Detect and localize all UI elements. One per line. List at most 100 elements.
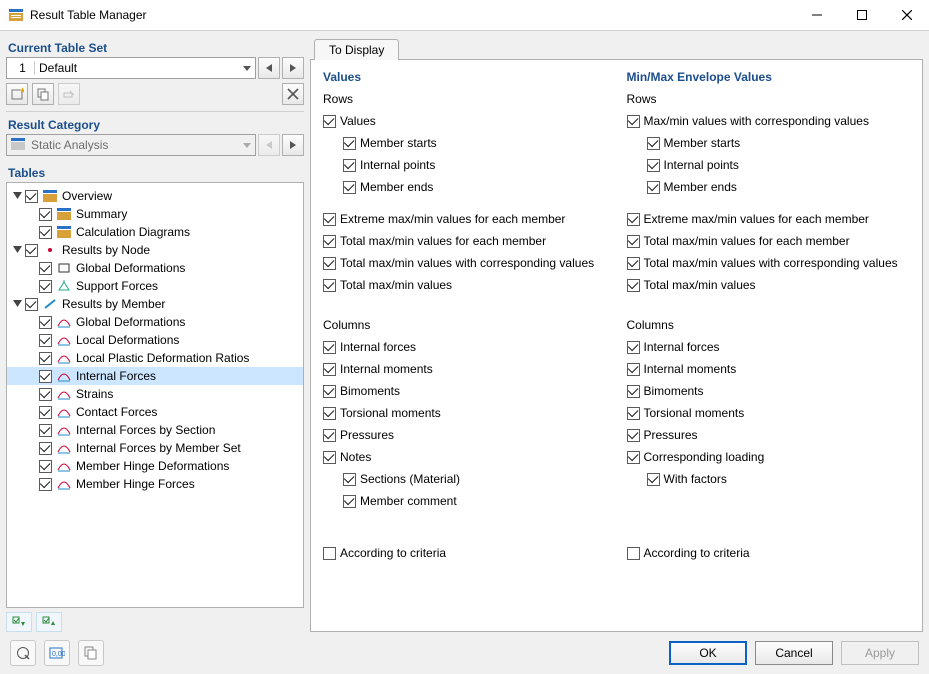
prev-set-button[interactable] [258,57,280,79]
check-pressures[interactable]: Pressures [627,424,911,446]
checkbox[interactable] [323,115,336,128]
expander-icon[interactable] [11,244,23,256]
checkbox[interactable] [39,388,52,401]
check-bimoments[interactable]: Bimoments [627,380,911,402]
checkbox[interactable] [39,262,52,275]
check-total-each[interactable]: Total max/min values for each member [323,230,607,252]
checkbox[interactable] [627,279,640,292]
check-torsional[interactable]: Torsional moments [323,402,607,424]
next-set-button[interactable] [282,57,304,79]
tables-tree[interactable]: Overview Summary Calculation Diagrams [6,182,304,608]
tree-node-summary[interactable]: Summary [7,205,303,223]
checkbox[interactable] [323,385,336,398]
checkbox[interactable] [39,460,52,473]
checkbox[interactable] [323,547,336,560]
new-set-button[interactable]: ★ [6,83,28,105]
check-total[interactable]: Total max/min values [323,274,607,296]
check-member-starts[interactable]: Member starts [323,132,607,154]
maximize-button[interactable] [839,0,884,30]
checkbox[interactable] [39,424,52,437]
check-pressures[interactable]: Pressures [323,424,607,446]
check-values[interactable]: Values [323,110,607,132]
table-set-combo[interactable]: 1 Default [6,57,256,79]
check-total[interactable]: Total max/min values [627,274,911,296]
checkbox[interactable] [323,363,336,376]
expander-icon[interactable] [11,190,23,202]
next-category-button[interactable] [282,134,304,156]
check-member-ends[interactable]: Member ends [627,176,911,198]
checkbox[interactable] [323,279,336,292]
checkbox[interactable] [647,159,660,172]
check-internal-moments[interactable]: Internal moments [627,358,911,380]
tree-node-m-local-def[interactable]: Local Deformations [7,331,303,349]
check-according-criteria[interactable]: According to criteria [627,542,911,564]
prev-category-button[interactable] [258,134,280,156]
checkbox[interactable] [323,429,336,442]
checkbox[interactable] [627,235,640,248]
checkbox[interactable] [39,334,52,347]
check-member-ends[interactable]: Member ends [323,176,607,198]
check-torsional[interactable]: Torsional moments [627,402,911,424]
checkbox[interactable] [647,137,660,150]
checkbox[interactable] [627,115,640,128]
checkbox[interactable] [343,181,356,194]
tree-node-m-global-def[interactable]: Global Deformations [7,313,303,331]
checkbox[interactable] [323,213,336,226]
checkbox[interactable] [647,181,660,194]
help-button[interactable] [10,640,36,666]
rename-set-button[interactable] [58,83,80,105]
checkbox[interactable] [627,451,640,464]
checkbox[interactable] [39,442,52,455]
check-internal-points[interactable]: Internal points [627,154,911,176]
expander-icon[interactable] [11,298,23,310]
tree-node-m-if-by-member-set[interactable]: Internal Forces by Member Set [7,439,303,457]
copy-set-button[interactable] [32,83,54,105]
checkbox[interactable] [39,406,52,419]
check-internal-forces[interactable]: Internal forces [627,336,911,358]
checkbox[interactable] [39,352,52,365]
copy-tables-button[interactable] [78,640,104,666]
deselect-all-button[interactable] [36,612,62,632]
checkbox[interactable] [343,473,356,486]
tree-node-m-hinge-forces[interactable]: Member Hinge Forces [7,475,303,493]
tree-node-support-forces[interactable]: Support Forces [7,277,303,295]
tree-node-results-by-node[interactable]: Results by Node [7,241,303,259]
check-according-criteria[interactable]: According to criteria [323,542,607,564]
checkbox[interactable] [343,137,356,150]
check-sections[interactable]: Sections (Material) [323,468,607,490]
check-total-corr[interactable]: Total max/min values with corresponding … [323,252,607,274]
tree-node-m-contact-forces[interactable]: Contact Forces [7,403,303,421]
checkbox[interactable] [627,213,640,226]
checkbox[interactable] [627,257,640,270]
checkbox[interactable] [25,298,38,311]
checkbox[interactable] [39,226,52,239]
minimize-button[interactable] [794,0,839,30]
tree-node-overview[interactable]: Overview [7,187,303,205]
checkbox[interactable] [323,235,336,248]
checkbox[interactable] [39,478,52,491]
checkbox[interactable] [627,363,640,376]
checkbox[interactable] [39,370,52,383]
check-total-corr[interactable]: Total max/min values with corresponding … [627,252,911,274]
check-member-comment[interactable]: Member comment [323,490,607,512]
tree-node-calc-diagrams[interactable]: Calculation Diagrams [7,223,303,241]
units-button[interactable]: 0,00 [44,640,70,666]
checkbox[interactable] [25,190,38,203]
tree-node-m-internal-forces[interactable]: Internal Forces [7,367,303,385]
cancel-button[interactable]: Cancel [755,641,833,665]
check-internal-forces[interactable]: Internal forces [323,336,607,358]
result-category-combo[interactable]: Static Analysis [6,134,256,156]
checkbox[interactable] [343,159,356,172]
tree-node-m-lpd-ratios[interactable]: Local Plastic Deformation Ratios [7,349,303,367]
close-button[interactable] [884,0,929,30]
check-notes[interactable]: Notes [323,446,607,468]
check-extreme[interactable]: Extreme max/min values for each member [323,208,607,230]
checkbox[interactable] [323,407,336,420]
checkbox[interactable] [323,257,336,270]
checkbox[interactable] [627,385,640,398]
check-maxmin-corr[interactable]: Max/min values with corresponding values [627,110,911,132]
tab-to-display[interactable]: To Display [314,39,399,60]
tree-node-m-hinge-def[interactable]: Member Hinge Deformations [7,457,303,475]
checkbox[interactable] [647,473,660,486]
checkbox[interactable] [39,208,52,221]
